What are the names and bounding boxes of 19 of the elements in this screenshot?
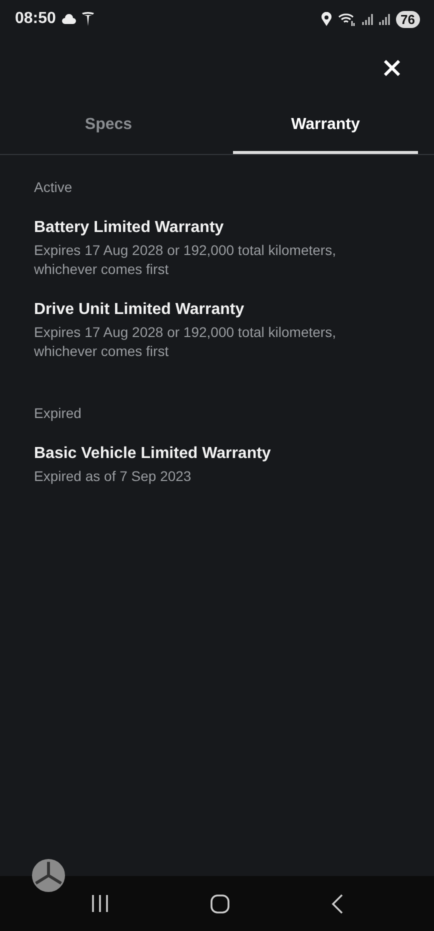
warranty-detail: Expires 17 Aug 2028 or 192,000 total kilometers, whichever comes first	[34, 241, 337, 279]
tab[interactable]: Warranty	[233, 106, 418, 154]
location-icon	[320, 12, 332, 26]
warranty-title: Battery Limited Warranty	[34, 219, 225, 237]
floating-app-icon[interactable]	[31, 858, 66, 893]
section-heading: Active	[34, 179, 74, 195]
warranty-title: Basic Vehicle Limited Warranty	[34, 445, 272, 463]
tab[interactable]: Specs	[16, 106, 201, 154]
warranty-detail: Expired as of 7 Sep 2023	[34, 467, 192, 486]
cloud-icon	[62, 14, 76, 24]
signal-icon	[362, 13, 373, 25]
logo-icon	[82, 12, 94, 26]
battery-level: 76	[396, 10, 420, 28]
warranty-title: Drive Unit Limited Warranty	[34, 301, 246, 319]
warranty-detail: Expires 17 Aug 2028 or 192,000 total kilometers, whichever comes first	[34, 323, 337, 361]
signal-icon	[378, 13, 390, 25]
section-heading: Expired	[34, 405, 82, 421]
clock: 08:50	[15, 10, 56, 28]
wifi-icon	[338, 12, 356, 26]
